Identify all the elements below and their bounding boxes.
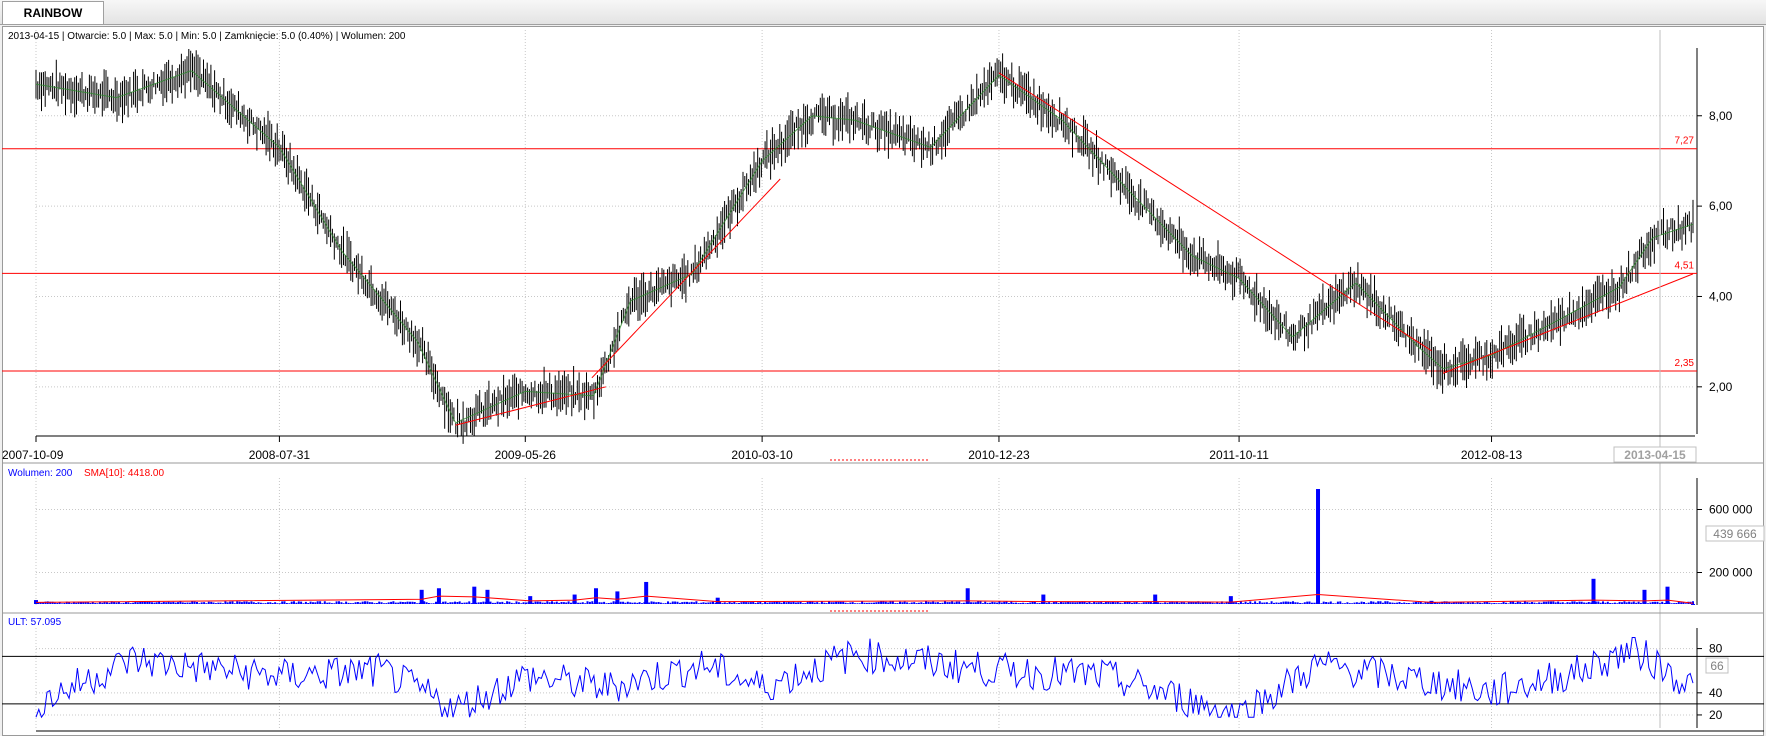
volume-bar bbox=[965, 588, 970, 604]
date-tick-label: 2008-07-31 bbox=[249, 448, 311, 462]
volume-marker: 439 666 bbox=[1713, 527, 1757, 541]
date-tick-label: 2010-12-23 bbox=[968, 448, 1030, 462]
volume-bar bbox=[419, 589, 424, 604]
volume-bar bbox=[1041, 594, 1046, 604]
volume-bar bbox=[572, 594, 577, 604]
date-tick-label: 2011-10-11 bbox=[1209, 448, 1269, 462]
ult-legend: ULT: 57.095 bbox=[8, 617, 62, 628]
ult-tick-label: 40 bbox=[1709, 686, 1723, 700]
volume-bar bbox=[1691, 603, 1695, 605]
volume-legend: Wolumen: 200 bbox=[8, 468, 73, 479]
date-tick-label: 2009-05-26 bbox=[495, 448, 557, 462]
price-tick-label: 6,00 bbox=[1709, 199, 1733, 213]
volume-bar bbox=[485, 589, 490, 604]
level-label: 2,35 bbox=[1675, 358, 1695, 369]
level-label: 4,51 bbox=[1675, 260, 1695, 271]
ult-y-ticks: 80 40 20 bbox=[1697, 642, 1723, 722]
volume-tick-label: 200 000 bbox=[1709, 566, 1753, 580]
ult-tick-label: 80 bbox=[1709, 642, 1723, 656]
volume-bar bbox=[594, 588, 599, 604]
volume-grid bbox=[35, 478, 1695, 605]
price-y-ticks: 8,00 6,00 4,00 2,00 bbox=[1697, 109, 1733, 394]
volume-bar bbox=[528, 596, 533, 604]
date-tick-label: 2010-03-10 bbox=[731, 448, 793, 462]
ult-grid bbox=[35, 628, 1695, 728]
price-info: 2013-04-15 | Otwarcie: 5.0 | Max: 5.0 | … bbox=[8, 31, 406, 42]
price-tick-label: 4,00 bbox=[1709, 289, 1733, 303]
volume-bar bbox=[472, 586, 477, 604]
date-tick-label: 2007-10-09 bbox=[2, 448, 64, 462]
volume-tick-label: 600 000 bbox=[1709, 503, 1753, 517]
horizontal-lines: 7,27 4,51 2,35 bbox=[2, 136, 1697, 372]
stock-chart[interactable]: 2013-04-15 | Otwarcie: 5.0 | Max: 5.0 | … bbox=[0, 0, 1766, 736]
ult-tick-label: 20 bbox=[1709, 708, 1723, 722]
price-tick-label: 2,00 bbox=[1709, 380, 1733, 394]
price-series bbox=[35, 49, 1694, 444]
date-tick-label: 2012-08-13 bbox=[1461, 448, 1523, 462]
trendline bbox=[591, 178, 781, 379]
volume-bar bbox=[1228, 596, 1233, 604]
volume-bar bbox=[644, 581, 649, 604]
level-label: 7,27 bbox=[1675, 136, 1695, 147]
sma-legend: SMA[10]: 4418.00 bbox=[84, 468, 164, 479]
price-tick-label: 8,00 bbox=[1709, 109, 1733, 123]
date-ticks: 2007-10-09 2008-07-31 2009-05-26 2010-03-10… bbox=[2, 436, 1523, 462]
last-date-label: 2013-04-15 bbox=[1624, 448, 1686, 462]
price-bars bbox=[35, 49, 1694, 444]
volume-bars bbox=[34, 489, 1695, 605]
volume-bar bbox=[1665, 586, 1670, 604]
ult-line bbox=[35, 637, 1694, 719]
ult-marker: 66 bbox=[1710, 659, 1724, 673]
volume-bar bbox=[715, 597, 720, 604]
volume-bar bbox=[1642, 589, 1647, 604]
volume-bar bbox=[1316, 489, 1321, 604]
trendline bbox=[1442, 273, 1694, 374]
trendline bbox=[998, 72, 1432, 352]
volume-bar bbox=[1153, 594, 1158, 604]
volume-bar bbox=[615, 591, 620, 604]
